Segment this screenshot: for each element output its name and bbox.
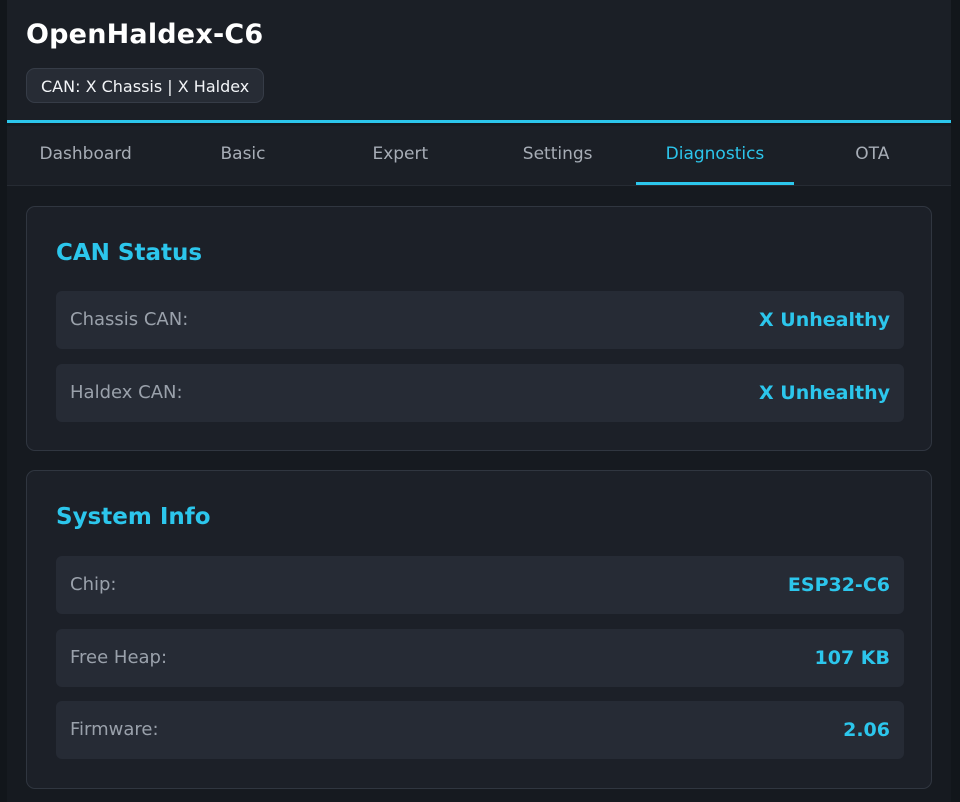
chassis-can-row: Chassis CAN: X Unhealthy bbox=[56, 291, 904, 349]
tab-dashboard[interactable]: Dashboard bbox=[7, 126, 164, 185]
can-status-card: CAN Status Chassis CAN: X Unhealthy Hald… bbox=[26, 206, 932, 451]
system-info-card: System Info Chip: ESP32-C6 Free Heap: 10… bbox=[26, 470, 932, 789]
haldex-can-value: X Unhealthy bbox=[759, 382, 890, 404]
app-title: OpenHaldex-C6 bbox=[26, 19, 264, 50]
tab-diagnostics[interactable]: Diagnostics bbox=[636, 126, 794, 185]
tab-expert[interactable]: Expert bbox=[322, 126, 479, 185]
firmware-row: Firmware: 2.06 bbox=[56, 701, 904, 759]
chip-row: Chip: ESP32-C6 bbox=[56, 556, 904, 614]
firmware-value: 2.06 bbox=[843, 719, 890, 741]
chassis-can-label: Chassis CAN: bbox=[70, 309, 189, 330]
system-info-title: System Info bbox=[56, 504, 211, 530]
tab-settings[interactable]: Settings bbox=[479, 126, 636, 185]
app-container: OpenHaldex-C6 CAN: X Chassis | X Haldex … bbox=[7, 0, 951, 802]
free-heap-value: 107 KB bbox=[814, 647, 890, 669]
chip-value: ESP32-C6 bbox=[787, 574, 890, 596]
header: OpenHaldex-C6 CAN: X Chassis | X Haldex bbox=[7, 0, 951, 123]
tab-ota[interactable]: OTA bbox=[794, 126, 951, 185]
haldex-can-label: Haldex CAN: bbox=[70, 382, 183, 403]
can-status-badge: CAN: X Chassis | X Haldex bbox=[26, 68, 265, 103]
tab-bar: Dashboard Basic Expert Settings Diagnost… bbox=[7, 126, 951, 186]
chassis-can-value: X Unhealthy bbox=[759, 309, 890, 331]
chip-label: Chip: bbox=[70, 574, 117, 595]
can-status-title: CAN Status bbox=[56, 240, 203, 266]
firmware-label: Firmware: bbox=[70, 719, 159, 740]
tab-basic[interactable]: Basic bbox=[164, 126, 321, 185]
haldex-can-row: Haldex CAN: X Unhealthy bbox=[56, 364, 904, 422]
free-heap-row: Free Heap: 107 KB bbox=[56, 629, 904, 687]
free-heap-label: Free Heap: bbox=[70, 647, 168, 668]
